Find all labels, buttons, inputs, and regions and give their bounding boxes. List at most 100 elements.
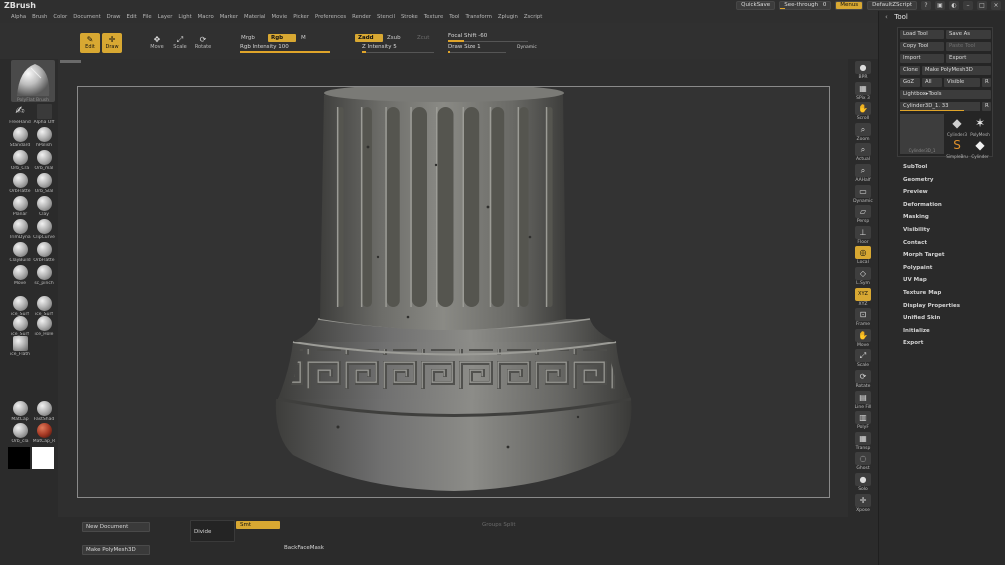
collapse-arrow-icon[interactable]: ‹: [885, 13, 892, 21]
current-tool-r-button[interactable]: R: [982, 102, 991, 111]
load-tool-button[interactable]: Load Tool: [900, 30, 944, 39]
m-toggle[interactable]: M: [298, 34, 309, 42]
mrgb-toggle[interactable]: Mrgb: [238, 34, 258, 42]
menu-light[interactable]: Light: [175, 14, 194, 20]
palette-icon[interactable]: ◐: [949, 1, 959, 10]
brush-0[interactable]: ✍ FreeHand: [8, 104, 32, 125]
menu-render[interactable]: Render: [349, 14, 374, 20]
canvas-viewport[interactable]: [58, 59, 848, 517]
brush-18[interactable]: ice_Surf: [8, 316, 32, 337]
brush-17[interactable]: ice_Surf: [32, 296, 56, 317]
menu-transform[interactable]: Transform: [463, 14, 495, 20]
shelf-rotate[interactable]: ⟳ Rotate: [852, 370, 874, 389]
shelf-zoom[interactable]: ⌕ Zoom: [852, 122, 874, 142]
tool-thumb-simplebrush[interactable]: S SimpleBru: [946, 136, 968, 159]
menus-button[interactable]: Menus: [835, 1, 864, 10]
maximize-icon[interactable]: □: [977, 1, 987, 10]
brush-9[interactable]: Clay: [32, 196, 56, 217]
menu-zscript[interactable]: Zscript: [521, 14, 545, 20]
brush-12[interactable]: ClayBuild: [8, 242, 32, 263]
shelf-solo[interactable]: ● Solo: [852, 473, 874, 492]
current-tool-thumbnail[interactable]: Cylinder3D_1: [900, 114, 944, 154]
menu-movie[interactable]: Movie: [269, 14, 291, 20]
menu-macro[interactable]: Macro: [195, 14, 217, 20]
edit-button[interactable]: ✎ Edit: [80, 33, 100, 53]
subpalette-export[interactable]: Export: [903, 337, 960, 350]
subpalette-unified-skin[interactable]: Unified Skin: [903, 312, 960, 325]
subpalette-geometry[interactable]: Geometry: [903, 174, 960, 187]
current-brush-button[interactable]: [11, 60, 55, 102]
menu-color[interactable]: Color: [50, 14, 70, 20]
divide-button[interactable]: Divide: [190, 520, 235, 542]
menu-texture[interactable]: Texture: [421, 14, 446, 20]
rotate-button[interactable]: ⟳ Rotate: [193, 35, 213, 53]
tool-thumb-cylinder[interactable]: ◆ Cylinder3: [946, 114, 968, 137]
menu-picker[interactable]: Picker: [290, 14, 312, 20]
paste-tool-button[interactable]: Paste Tool: [946, 42, 991, 51]
brush-6[interactable]: OrbFlatte: [8, 173, 32, 194]
subpalette-polypaint[interactable]: Polypaint: [903, 262, 960, 275]
subpalette-preview[interactable]: Preview: [903, 186, 960, 199]
zcut-toggle[interactable]: Zcut: [414, 34, 432, 42]
close-icon[interactable]: ×: [991, 1, 1001, 10]
subpalette-initialize[interactable]: Initialize: [903, 325, 960, 338]
draw-size-slider[interactable]: Draw Size 1: [448, 44, 506, 53]
brush-20[interactable]: ice_Flath: [8, 336, 32, 357]
brush-7[interactable]: Orb_Slal: [32, 173, 56, 194]
all-button[interactable]: All: [922, 78, 942, 87]
shelf-polyf[interactable]: ▥ PolyF: [852, 411, 874, 430]
subpalette-uv-map[interactable]: UV Map: [903, 274, 960, 287]
goz-button[interactable]: GoZ: [900, 78, 920, 87]
shelf-actual[interactable]: ⌕ Actual: [852, 143, 874, 162]
shelf-transp[interactable]: ▦ Transp: [852, 431, 874, 451]
smt-toggle[interactable]: Smt: [236, 521, 280, 529]
brush-11[interactable]: ClipCurve: [32, 219, 56, 240]
brush-15[interactable]: sc_pinch: [32, 265, 56, 286]
help-icon[interactable]: ?: [921, 1, 931, 10]
material-1[interactable]: FastShad: [32, 401, 56, 422]
rgb-intensity-slider[interactable]: Rgb Intensity 100: [240, 44, 330, 53]
backface-mask-button[interactable]: BackFaceMask: [284, 545, 324, 551]
make-polymesh-bottom-button[interactable]: Make PolyMesh3D: [82, 545, 150, 555]
brush-5[interactable]: Orb_mal: [32, 150, 56, 171]
copy-tool-button[interactable]: Copy Tool: [900, 42, 944, 51]
subpalette-contact[interactable]: Contact: [903, 237, 960, 250]
brush-13[interactable]: OrbFlatte: [32, 242, 56, 263]
shelf-line-fill[interactable]: ▤ Line Fill: [852, 390, 874, 410]
import-button[interactable]: Import: [900, 54, 944, 63]
brush-2[interactable]: Standard: [8, 127, 32, 148]
main-color-swatch[interactable]: [8, 447, 30, 469]
shelf-scroll[interactable]: ✋ Scroll: [852, 102, 874, 121]
menu-stencil[interactable]: Stencil: [374, 14, 398, 20]
brush-1[interactable]: Alpha Off: [32, 104, 56, 125]
shelf-persp[interactable]: ▱ Persp: [852, 205, 874, 224]
subpalette-subtool[interactable]: SubTool: [903, 161, 960, 174]
subpalette-deformation[interactable]: Deformation: [903, 199, 960, 212]
subpalette-visibility[interactable]: Visibility: [903, 224, 960, 237]
menu-alpha[interactable]: Alpha: [8, 14, 29, 20]
brush-19[interactable]: ice_Hole: [32, 316, 56, 337]
shelf-l-sym[interactable]: ◇ L.Sym: [852, 267, 874, 286]
subpalette-display-properties[interactable]: Display Properties: [903, 300, 960, 313]
shelf-frame[interactable]: ⊡ Frame: [852, 308, 874, 327]
lightbox-tools-button[interactable]: Lightbox▸Tools: [900, 90, 991, 99]
menu-document[interactable]: Document: [70, 14, 103, 20]
menu-tool[interactable]: Tool: [446, 14, 462, 20]
zadd-toggle[interactable]: Zadd: [355, 34, 383, 42]
make-polymesh-button[interactable]: Make PolyMesh3D: [922, 66, 991, 75]
quicksave-button[interactable]: QuickSave: [736, 1, 776, 10]
brush-14[interactable]: Move: [8, 265, 32, 286]
menu-zplugin[interactable]: Zplugin: [495, 14, 521, 20]
tool-thumb-polymesh[interactable]: ✶ PolyMesh: [969, 114, 991, 137]
export-tool-button[interactable]: Export: [946, 54, 991, 63]
shelf-ghost[interactable]: ◌ Ghost: [852, 452, 874, 471]
document-frame[interactable]: [77, 84, 830, 498]
tool-palette-header[interactable]: ‹ Tool: [885, 13, 908, 21]
subpalette-morph-target[interactable]: Morph Target: [903, 249, 960, 262]
shelf-xpose[interactable]: ✛ Xpose: [852, 493, 874, 513]
shelf-scale[interactable]: ⤢ Scale: [852, 349, 874, 368]
draw-button[interactable]: ✛ Draw: [102, 33, 122, 53]
shelf-dynamic[interactable]: ▭ Dynamic: [852, 184, 874, 204]
menu-stroke[interactable]: Stroke: [398, 14, 421, 20]
brush-4[interactable]: Orb_Cra: [8, 150, 32, 171]
